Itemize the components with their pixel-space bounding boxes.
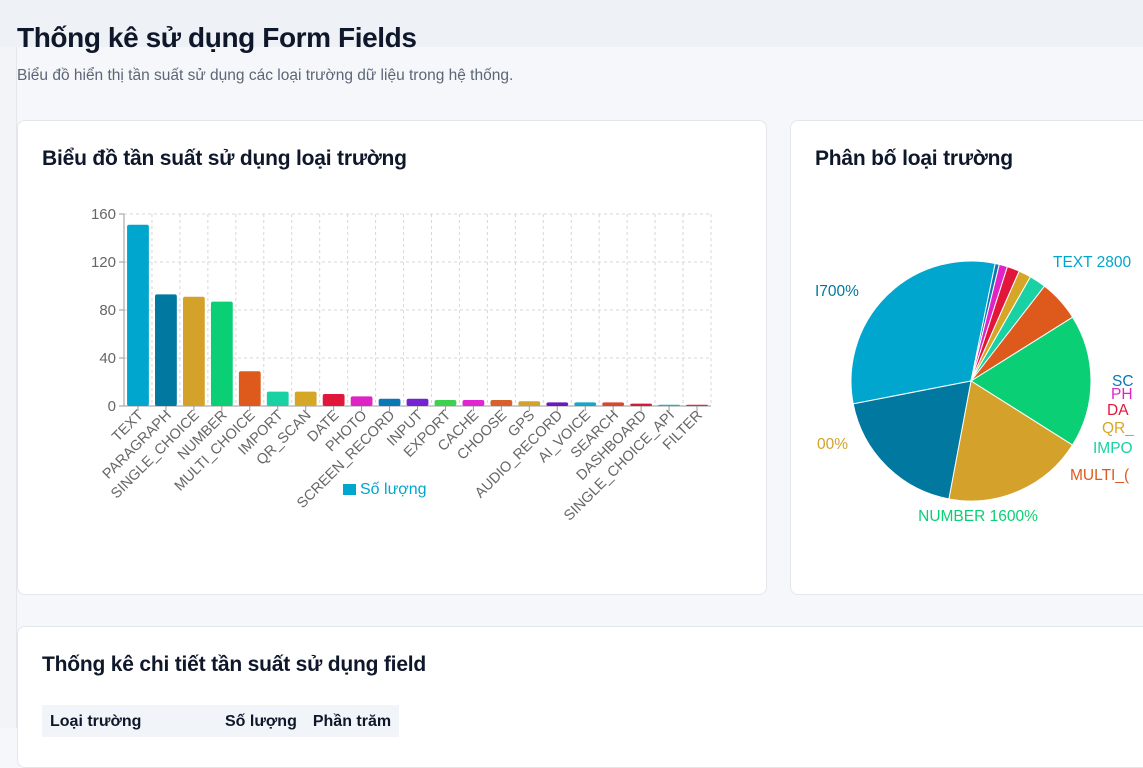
sidebar xyxy=(0,47,17,728)
y-tick-label: 80 xyxy=(99,302,116,319)
pie-chart: TEXT 2800SCPHDAQR_IMPOMULTI_(NUMBER 1600… xyxy=(815,254,1134,525)
pie-label-text: TEXT 2800 xyxy=(1053,254,1132,271)
bar-multi-choice xyxy=(238,371,261,406)
bar-chart-card: Biểu đồ tần suất sử dụng loại trường 0 40… xyxy=(17,120,767,595)
bar-screen-record xyxy=(378,398,401,406)
y-tick-label: 120 xyxy=(91,254,116,271)
bar-gps xyxy=(518,401,541,406)
legend-swatch xyxy=(343,484,356,495)
pie-label-photo: PH xyxy=(1111,386,1133,403)
column-header-count: Số lượng xyxy=(225,713,297,730)
bar-photo xyxy=(350,396,373,406)
pie-label-number: NUMBER 1600% xyxy=(918,508,1038,525)
pie-chart-card: Phân bố loại trường TEXT 2800 SC PH DA QR_ IM… xyxy=(790,120,1143,595)
bar-audio-record xyxy=(546,402,569,406)
page-description: Biểu đồ hiển thị tần suất sử dụng các lo… xyxy=(17,67,514,84)
pie-label-paragraph: I700% xyxy=(815,283,859,300)
bar-cache xyxy=(462,400,485,406)
bar-date xyxy=(322,394,345,406)
legend-label: Số lượng xyxy=(360,481,427,498)
pie-label-multi-choice: MULTI_( xyxy=(1070,467,1130,484)
detail-table-card: Thống kê chi tiết tần suất sử dụng field… xyxy=(17,626,1143,768)
chart-legend: Số lượng xyxy=(343,481,427,498)
pie-label-import: IMPO xyxy=(1093,440,1133,457)
pie-label-single-choice: 00% xyxy=(817,436,848,453)
bar-text xyxy=(127,224,149,406)
stats-table: Loại trường Số lượng Phần trăm xyxy=(42,705,400,737)
detail-table-title: Thống kê chi tiết tần suất sử dụng field xyxy=(42,653,427,676)
page-title: Thống kê sử dụng Form Fields xyxy=(17,22,417,53)
bar-chart: 04080120160TEXTPARAGRAPHSINGLE_CHOICENUM… xyxy=(91,206,712,524)
bar-filter xyxy=(686,404,708,406)
bar-search xyxy=(602,402,625,406)
pie-label-date: DA xyxy=(1107,402,1129,419)
bar-export xyxy=(434,400,457,406)
bar-import xyxy=(266,391,289,406)
bar-dashboard xyxy=(630,403,653,406)
pie-label-qr-scan: QR_ xyxy=(1102,420,1134,437)
bar-single-choice xyxy=(182,296,205,406)
bar-input xyxy=(406,398,429,406)
column-header-percent: Phần trăm xyxy=(312,713,392,730)
bar-ai-voice xyxy=(574,402,597,406)
y-tick-label: 0 xyxy=(108,398,116,415)
bar-single-choice-api xyxy=(658,404,680,406)
bar-choose xyxy=(490,400,513,406)
y-tick-label: 160 xyxy=(91,206,116,223)
column-header-field-type: Loại trường xyxy=(50,713,142,730)
table-header-row: Loại trường Số lượng Phần trăm xyxy=(42,705,399,737)
bar-qr-scan xyxy=(294,391,317,406)
bar-number xyxy=(210,301,233,406)
bar-paragraph xyxy=(155,294,177,406)
y-tick-label: 40 xyxy=(99,350,116,367)
